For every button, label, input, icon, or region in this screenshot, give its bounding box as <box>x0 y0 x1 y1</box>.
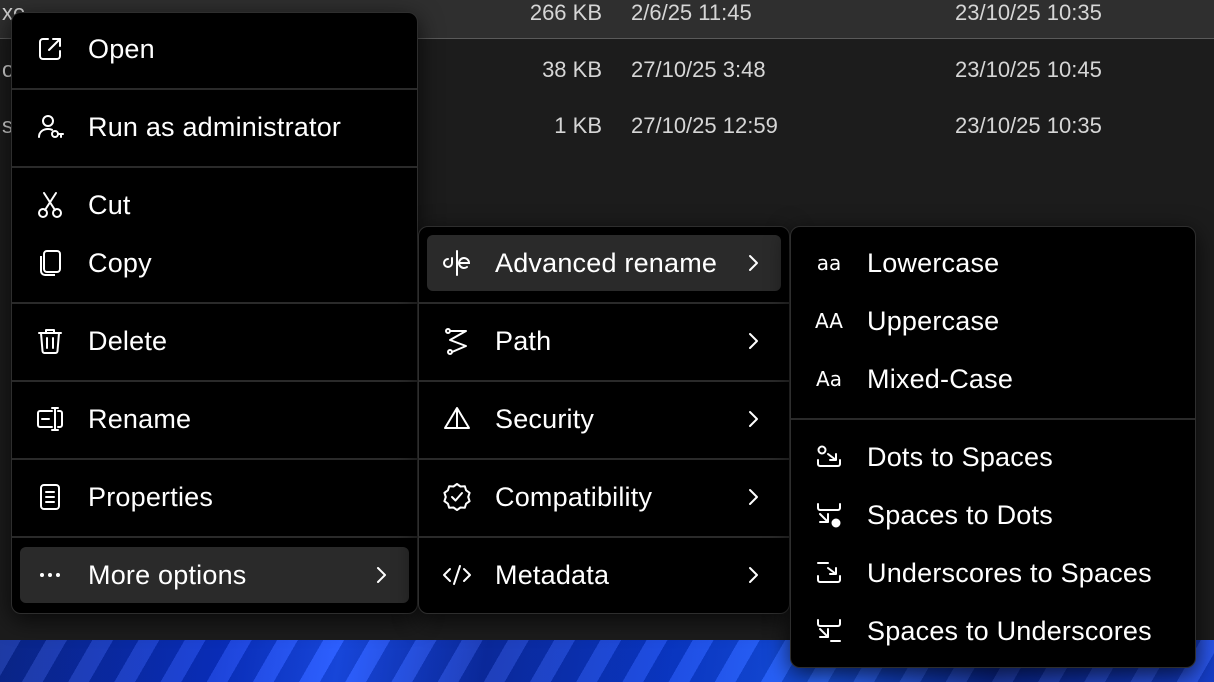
spaces-to-underscores-menu-item[interactable]: Spaces to Underscores <box>799 603 1187 659</box>
menu-divider <box>419 536 789 538</box>
menu-divider <box>12 166 417 168</box>
more-options-submenu: Advanced rename Path Security Compatibil… <box>418 226 790 614</box>
compatibility-label: Compatibility <box>495 482 653 512</box>
spaces-to-dots-menu-item[interactable]: Spaces to Dots <box>799 487 1187 543</box>
dots-to-spaces-label: Dots to Spaces <box>867 442 1053 472</box>
run-as-admin-menu-item[interactable]: Run as administrator <box>20 99 409 155</box>
file-size: 1 KB <box>554 113 602 138</box>
text-cursor-icon <box>441 247 473 279</box>
dots-to-spaces-menu-item[interactable]: Dots to Spaces <box>799 429 1187 485</box>
lowercase-menu-item[interactable]: aa Lowercase <box>799 235 1187 291</box>
document-list-icon <box>34 481 66 513</box>
security-menu-item[interactable]: Security <box>427 391 781 447</box>
lowercase-icon: aa <box>816 251 842 275</box>
shield-prism-icon <box>441 403 473 435</box>
more-options-label: More options <box>88 560 247 590</box>
more-options-menu-item[interactable]: More options <box>20 547 409 603</box>
rename-menu-item[interactable]: Rename <box>20 391 409 447</box>
open-menu-item[interactable]: Open <box>20 21 409 77</box>
chevron-right-icon <box>739 249 767 277</box>
file-modified: 27/10/25 3:48 <box>631 57 766 82</box>
metadata-label: Metadata <box>495 560 610 590</box>
file-created: 23/10/25 10:35 <box>955 113 1102 138</box>
advanced-rename-label: Advanced rename <box>495 248 718 278</box>
menu-divider <box>419 458 789 460</box>
dots-to-spaces-icon <box>813 441 845 473</box>
underscores-to-spaces-menu-item[interactable]: Underscores to Spaces <box>799 545 1187 601</box>
menu-divider <box>419 380 789 382</box>
file-created: 23/10/25 10:45 <box>955 57 1102 82</box>
mixed-case-icon: Aa <box>816 367 842 391</box>
cut-menu-item[interactable]: Cut <box>20 177 409 233</box>
spaces-to-underscores-label: Spaces to Underscores <box>867 616 1152 646</box>
delete-menu-item[interactable]: Delete <box>20 313 409 369</box>
spaces-to-dots-icon <box>813 499 845 531</box>
compatibility-menu-item[interactable]: Compatibility <box>427 469 781 525</box>
security-label: Security <box>495 404 595 434</box>
more-dots-icon <box>34 559 66 591</box>
rename-icon <box>34 403 66 435</box>
spaces-to-underscores-icon <box>813 615 845 647</box>
uppercase-label: Uppercase <box>867 306 1000 336</box>
verified-badge-icon <box>441 481 473 513</box>
code-icon <box>441 559 473 591</box>
path-menu-item[interactable]: Path <box>427 313 781 369</box>
menu-divider <box>12 302 417 304</box>
metadata-menu-item[interactable]: Metadata <box>427 547 781 603</box>
path-label: Path <box>495 326 552 356</box>
file-created: 23/10/25 10:35 <box>955 0 1102 25</box>
file-modified: 2/6/25 11:45 <box>631 0 752 25</box>
uppercase-icon: AA <box>815 309 843 333</box>
trash-icon <box>34 325 66 357</box>
open-external-icon <box>34 33 66 65</box>
advanced-rename-submenu: aa Lowercase AA Uppercase Aa Mixed-Case … <box>790 226 1196 668</box>
chevron-right-icon <box>367 561 395 589</box>
file-modified: 27/10/25 12:59 <box>631 113 778 138</box>
file-size: 266 KB <box>529 0 602 25</box>
copy-menu-item[interactable]: Copy <box>20 235 409 291</box>
scissors-icon <box>34 189 66 221</box>
path-icon <box>441 325 473 357</box>
menu-divider <box>419 302 789 304</box>
chevron-right-icon <box>739 327 767 355</box>
mixed-case-menu-item[interactable]: Aa Mixed-Case <box>799 351 1187 407</box>
rename-label: Rename <box>88 404 192 434</box>
mixed-case-label: Mixed-Case <box>867 364 1014 394</box>
chevron-right-icon <box>739 405 767 433</box>
menu-divider <box>12 458 417 460</box>
advanced-rename-menu-item[interactable]: Advanced rename <box>427 235 781 291</box>
uppercase-menu-item[interactable]: AA Uppercase <box>799 293 1187 349</box>
context-menu: Open Run as administrator Cut Copy Delet… <box>11 12 418 614</box>
spaces-to-dots-label: Spaces to Dots <box>867 500 1053 530</box>
underscores-to-spaces-label: Underscores to Spaces <box>867 558 1152 588</box>
menu-divider <box>12 536 417 538</box>
properties-label: Properties <box>88 482 214 512</box>
file-size: 38 KB <box>542 57 602 82</box>
copy-label: Copy <box>88 248 152 278</box>
copy-icon <box>34 247 66 279</box>
user-key-icon <box>34 111 66 143</box>
lowercase-label: Lowercase <box>867 248 1000 278</box>
open-label: Open <box>88 34 155 64</box>
menu-divider <box>12 88 417 90</box>
cut-label: Cut <box>88 190 131 220</box>
properties-menu-item[interactable]: Properties <box>20 469 409 525</box>
menu-divider <box>12 380 417 382</box>
chevron-right-icon <box>739 561 767 589</box>
delete-label: Delete <box>88 326 168 356</box>
underscores-to-spaces-icon <box>813 557 845 589</box>
chevron-right-icon <box>739 483 767 511</box>
menu-divider <box>791 418 1195 420</box>
run-as-admin-label: Run as administrator <box>88 112 342 142</box>
